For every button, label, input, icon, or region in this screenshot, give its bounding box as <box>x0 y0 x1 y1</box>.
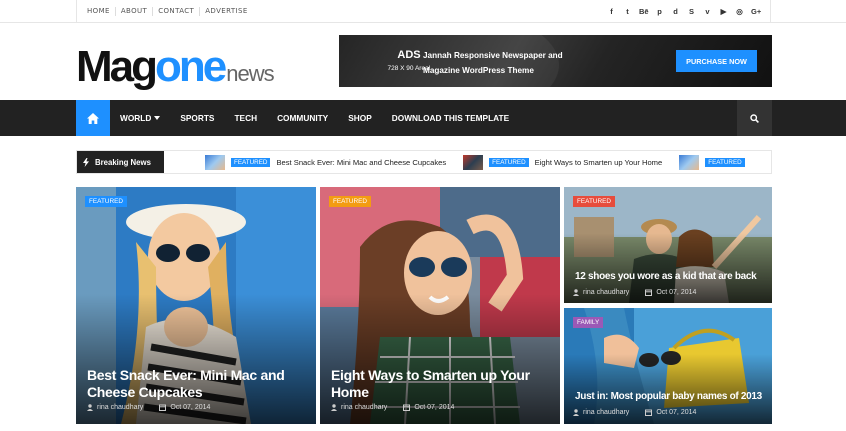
top-bar: HOME ABOUT CONTACT ADVERTISE f t Bē p d … <box>0 0 846 23</box>
pinterest-icon[interactable]: p <box>655 7 664 16</box>
card-author[interactable]: rina chaudhary <box>97 404 143 411</box>
main-nav: WORLD SPORTS TECH COMMUNITY SHOP DOWNLOA… <box>0 100 846 136</box>
ticker-item[interactable]: FEATURED Eight Ways to Smarten up Your H… <box>463 154 663 170</box>
user-icon <box>573 409 579 416</box>
caret-down-icon <box>154 116 161 120</box>
purchase-now-button[interactable]: PURCHASE NOW <box>676 50 757 72</box>
calendar-icon <box>159 404 167 411</box>
breaking-news-label: Breaking News <box>77 151 164 173</box>
featured-badge[interactable]: FEATURED <box>329 196 371 207</box>
nav-item-sports[interactable]: SPORTS <box>170 113 224 123</box>
ticker-thumbnail <box>205 154 225 170</box>
search-button[interactable] <box>737 100 772 136</box>
nav-item-community[interactable]: COMMUNITY <box>267 113 338 123</box>
top-bar-inner: HOME ABOUT CONTACT ADVERTISE f t Bē p d … <box>76 0 771 23</box>
nav-items: WORLD SPORTS TECH COMMUNITY SHOP DOWNLOA… <box>110 100 519 136</box>
nav-item-download-template[interactable]: DOWNLOAD THIS TEMPLATE <box>382 113 519 123</box>
card-title[interactable]: 12 shoes you wore as a kid that are back <box>575 271 762 283</box>
breaking-news-bar: Breaking News FEATURED Best Snack Ever: … <box>76 150 772 174</box>
top-link-about[interactable]: ABOUT <box>116 7 154 16</box>
digg-icon[interactable]: d <box>671 7 680 16</box>
top-link-contact[interactable]: CONTACT <box>153 7 201 16</box>
card-date: Oct 07, 2014 <box>656 289 697 296</box>
featured-badge: FEATURED <box>231 157 271 167</box>
card-meta: rina chaudhary Oct 07, 2014 <box>573 409 696 416</box>
skype-icon[interactable]: S <box>687 7 696 16</box>
top-link-home[interactable]: HOME <box>87 7 116 16</box>
card-meta: rina chaudhary Oct 07, 2014 <box>87 404 210 411</box>
instagram-icon[interactable]: ◎ <box>735 7 744 16</box>
card-author[interactable]: rina chaudhary <box>341 404 387 411</box>
behance-icon[interactable]: Bē <box>639 7 649 16</box>
user-icon <box>87 404 93 411</box>
user-icon <box>331 404 337 411</box>
card-date: Oct 07, 2014 <box>656 409 697 416</box>
featured-badge: FEATURED <box>489 157 529 167</box>
breaking-news-label-text: Breaking News <box>95 157 151 167</box>
ticker-thumbnail <box>679 154 700 170</box>
nav-item-world-label: WORLD <box>120 113 152 123</box>
logo-part-one: one <box>155 42 227 91</box>
home-icon <box>87 112 99 124</box>
card-title[interactable]: Best Snack Ever: Mini Mac and Cheese Cup… <box>87 367 306 400</box>
card-meta: rina chaudhary Oct 07, 2014 <box>573 289 696 296</box>
twitter-icon[interactable]: t <box>623 7 632 16</box>
calendar-icon <box>645 289 653 296</box>
family-badge[interactable]: FAMILY <box>573 317 604 328</box>
site-logo[interactable]: Mag one news <box>76 42 275 91</box>
ticker-item[interactable]: FEATURED <box>679 154 750 170</box>
top-link-advertise[interactable]: ADVERTISE <box>200 7 252 16</box>
bolt-icon <box>83 157 89 167</box>
calendar-icon <box>403 404 411 411</box>
featured-card[interactable]: FEATURED 12 shoes you wore as a kid that… <box>564 187 772 303</box>
featured-card[interactable]: FAMILY Just in: Most popular baby names … <box>564 308 772 424</box>
calendar-icon <box>645 409 653 416</box>
featured-badge: FEATURED <box>705 157 745 167</box>
featured-badge[interactable]: FEATURED <box>573 196 615 207</box>
card-title[interactable]: Eight Ways to Smarten up Your Home <box>331 367 550 400</box>
card-date: Oct 07, 2014 <box>170 404 211 411</box>
vimeo-icon[interactable]: v <box>703 7 712 16</box>
featured-card[interactable]: FEATURED Eight Ways to Smarten up Your H… <box>320 187 560 424</box>
ad-banner[interactable]: ADS 728 X 90 Area! Jannah Responsive New… <box>339 35 772 87</box>
card-author[interactable]: rina chaudhary <box>583 289 629 296</box>
featured-card[interactable]: FEATURED Best Snack Ever: Mini Mac and C… <box>76 187 316 424</box>
ticker-thumbnail <box>463 154 484 170</box>
youtube-icon[interactable]: ▶ <box>719 7 728 16</box>
logo-part-mag: Mag <box>76 42 158 91</box>
top-links: HOME ABOUT CONTACT ADVERTISE <box>87 7 253 16</box>
card-title[interactable]: Just in: Most popular baby names of 2013 <box>575 391 762 403</box>
logo-part-news: news <box>226 61 274 86</box>
featured-badge[interactable]: FEATURED <box>85 196 127 207</box>
card-date: Oct 07, 2014 <box>414 404 455 411</box>
user-icon <box>573 289 579 296</box>
card-author[interactable]: rina chaudhary <box>583 409 629 416</box>
google-plus-icon[interactable]: G+ <box>751 7 761 16</box>
ticker-title: Eight Ways to Smarten up Your Home <box>534 157 663 167</box>
social-icons: f t Bē p d S v ▶ ◎ G+ <box>607 7 761 16</box>
home-button[interactable] <box>76 100 110 136</box>
facebook-icon[interactable]: f <box>607 7 616 16</box>
ad-text: Jannah Responsive Newspaper and Magazine… <box>423 51 563 75</box>
card-meta: rina chaudhary Oct 07, 2014 <box>331 404 454 411</box>
nav-item-tech[interactable]: TECH <box>224 113 267 123</box>
ticker-title: Best Snack Ever: Mini Mac and Cheese Cup… <box>276 157 447 167</box>
nav-item-shop[interactable]: SHOP <box>338 113 382 123</box>
ticker-item[interactable]: FEATURED Best Snack Ever: Mini Mac and C… <box>205 154 447 170</box>
breaking-news-ticker: FEATURED Best Snack Ever: Mini Mac and C… <box>205 151 768 173</box>
nav-item-world[interactable]: WORLD <box>110 113 170 123</box>
search-icon <box>750 113 759 123</box>
